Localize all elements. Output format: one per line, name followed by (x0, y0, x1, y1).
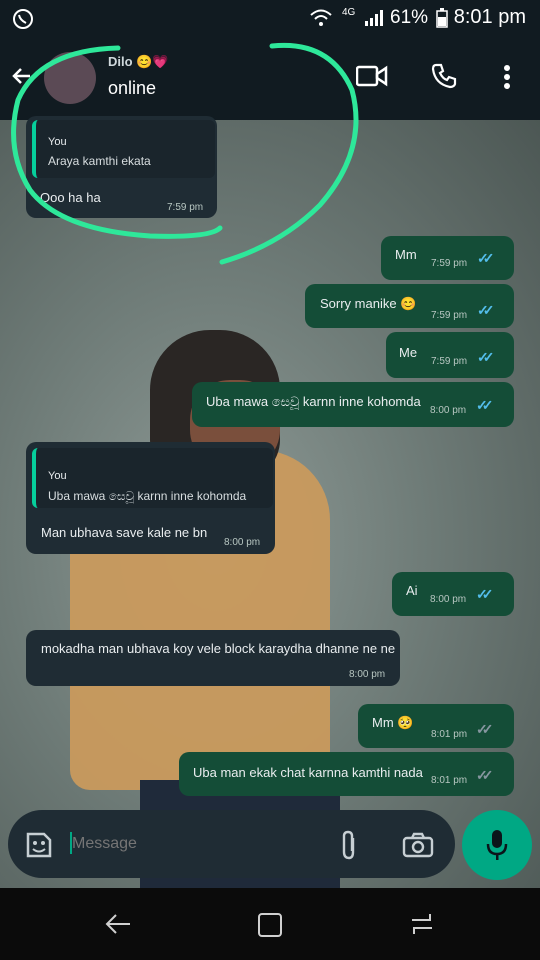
message-time: 8:00 pm (224, 537, 261, 548)
message-outgoing[interactable]: Uba man ekak chat karnna kamthi nada 8:0… (179, 752, 514, 796)
signal-icon (364, 10, 384, 26)
mic-button[interactable] (462, 810, 532, 880)
network-type: 4G (342, 7, 356, 18)
battery-icon (436, 8, 448, 28)
nav-back-icon[interactable] (104, 912, 132, 936)
read-ticks-icon: ✓✓ (476, 397, 494, 413)
read-ticks-icon: ✓✓ (477, 302, 495, 318)
message-time: 7:59 pm (431, 310, 468, 321)
message-time: 8:00 pm (430, 594, 467, 605)
whatsapp-icon (12, 8, 34, 30)
message-time: 7:59 pm (431, 356, 468, 367)
message-outgoing[interactable]: Ai 8:00 pm ✓✓ (392, 572, 514, 616)
wifi-icon (310, 9, 332, 27)
attach-icon[interactable] (338, 830, 360, 860)
message-text: Mm (395, 247, 417, 262)
message-input-bar (8, 810, 455, 878)
quoted-message[interactable]: You Uba mawa සෙවූ karnn inne kohomda (32, 448, 273, 508)
message-text: Uba man ekak chat karnna kamthi nada (193, 765, 423, 780)
message-outgoing[interactable]: Mm 7:59 pm ✓✓ (381, 236, 514, 280)
message-text: Ai (406, 583, 418, 598)
message-incoming[interactable]: You Uba mawa සෙවූ karnn inne kohomda Man… (26, 442, 275, 554)
quoted-text: Uba mawa සෙවූ karnn inne kohomda (48, 489, 247, 503)
quoted-sender: You (48, 470, 67, 482)
nav-home-icon[interactable] (257, 912, 283, 938)
message-outgoing[interactable]: Me 7:59 pm ✓✓ (386, 332, 514, 378)
message-text: mokadha man ubhava koy vele block karayd… (41, 641, 396, 656)
delivered-ticks-icon: ✓✓ (476, 721, 494, 737)
message-input[interactable] (72, 830, 312, 858)
battery-percent: 61% (390, 7, 429, 28)
message-time: 8:01 pm (431, 775, 468, 786)
mic-icon (486, 828, 508, 862)
delivered-ticks-icon: ✓✓ (476, 767, 494, 783)
read-ticks-icon: ✓✓ (477, 349, 495, 365)
more-vert-icon[interactable] (503, 64, 511, 90)
message-text: Mm 🥺 (372, 715, 414, 730)
message-outgoing[interactable]: Sorry manike 😊 7:59 pm ✓✓ (305, 284, 514, 328)
message-time: 8:01 pm (431, 729, 468, 740)
message-time: 7:59 pm (431, 258, 468, 269)
message-text: Uba mawa සෙවූ karnn inne kohomda (206, 394, 421, 409)
camera-icon[interactable] (402, 832, 434, 858)
clock: 8:01 pm (453, 6, 526, 28)
nav-recents-icon[interactable] (408, 910, 436, 938)
message-incoming[interactable]: mokadha man ubhava koy vele block karayd… (26, 630, 400, 686)
phone-icon[interactable] (430, 62, 458, 90)
navigation-bar (0, 888, 540, 960)
read-ticks-icon: ✓✓ (476, 586, 494, 602)
message-outgoing[interactable]: Uba mawa සෙවූ karnn inne kohomda 8:00 pm… (192, 382, 514, 427)
message-time: 8:00 pm (430, 405, 467, 416)
message-text: Man ubhava save kale ne bn (41, 525, 208, 540)
message-time: 8:00 pm (349, 669, 386, 680)
annotation-circle (0, 30, 380, 270)
read-ticks-icon: ✓✓ (477, 250, 495, 266)
emoji-sticker-icon[interactable] (24, 830, 54, 860)
message-outgoing[interactable]: Mm 🥺 8:01 pm ✓✓ (358, 704, 514, 748)
message-text: Sorry manike 😊 (320, 296, 417, 311)
message-text: Me (399, 345, 418, 360)
